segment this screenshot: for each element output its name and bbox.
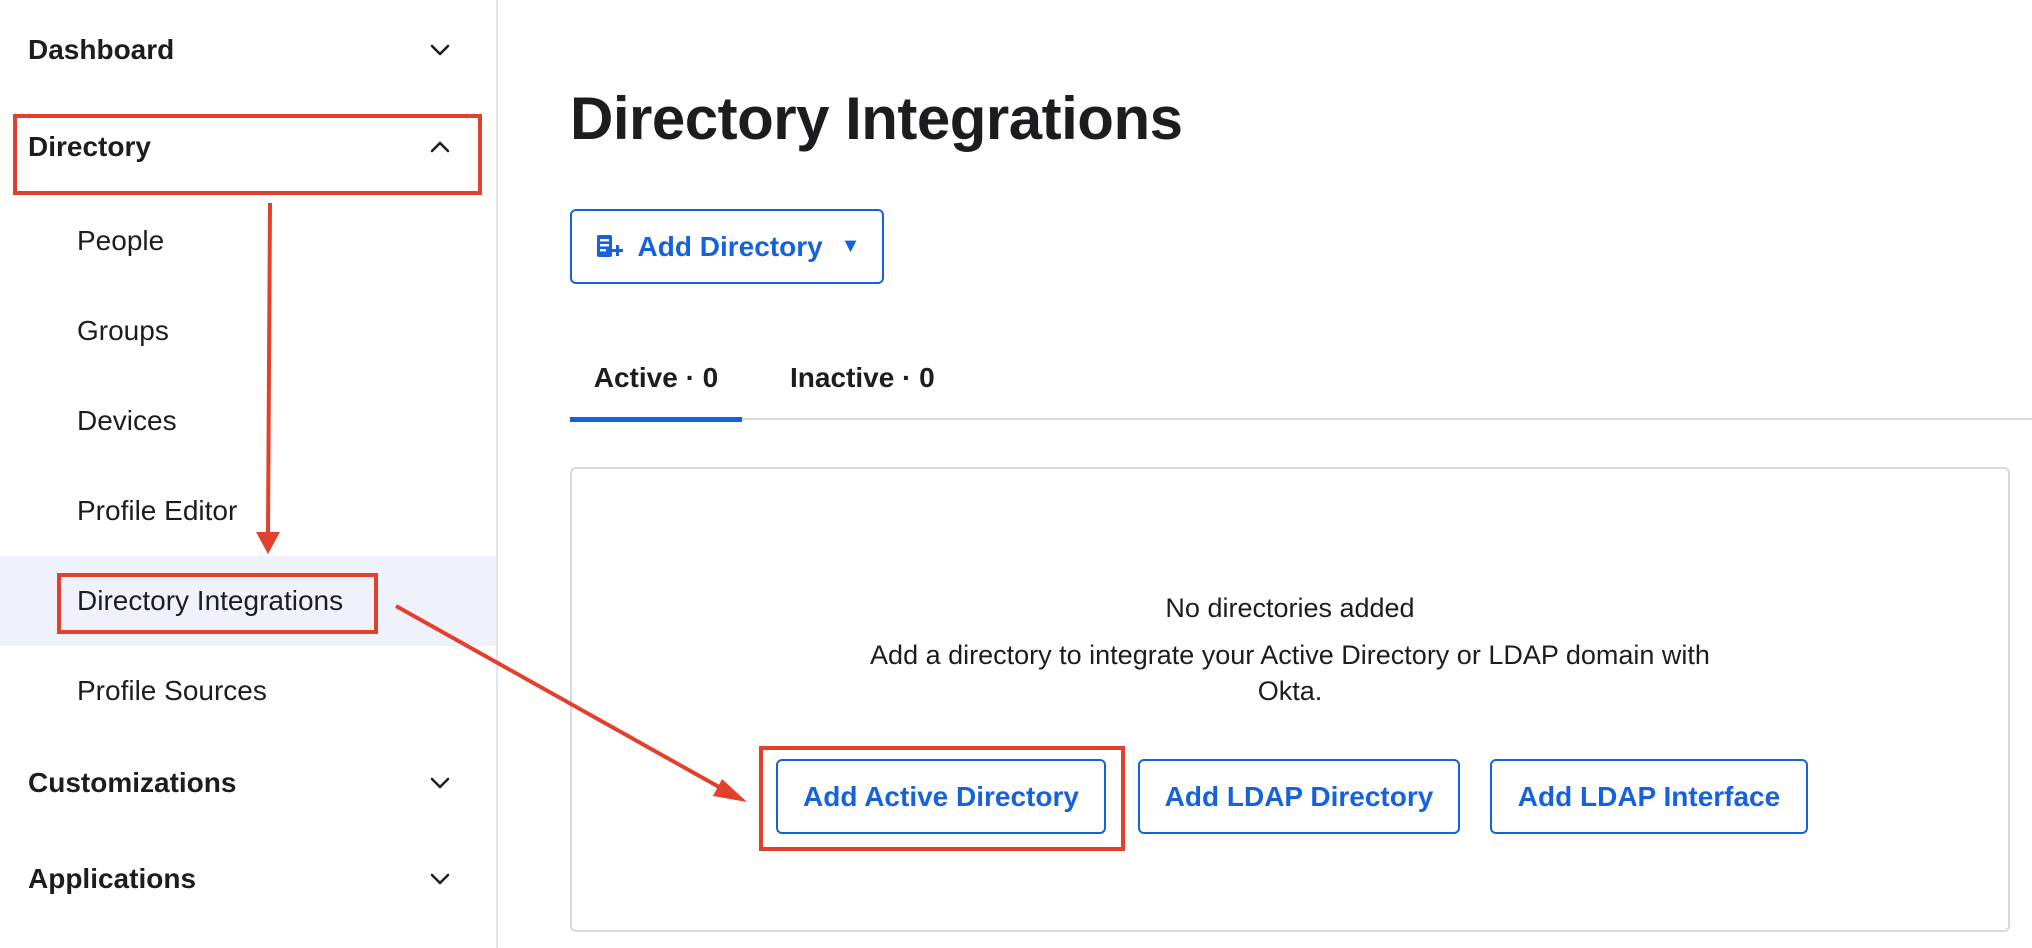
annotation-box-add-active-directory [759,746,1125,851]
sidebar-section-label: Dashboard [28,34,175,65]
sidebar-item-profile-editor[interactable]: Profile Editor [0,466,496,556]
caret-down-icon: ▼ [840,235,861,257]
sidebar-item-label: Devices [77,405,177,436]
chevron-down-icon [430,873,450,885]
sidebar-item-label: Profile Editor [77,495,238,526]
sidebar-item-people[interactable]: People [0,196,496,286]
add-directory-label: Add Directory [637,230,823,262]
page-title: Directory Integrations [570,85,1183,152]
add-ldap-directory-button[interactable]: Add LDAP Directory [1138,759,1460,834]
chevron-down-icon [430,777,450,789]
sidebar-item-label: Profile Sources [77,675,267,706]
add-directory-button[interactable]: Add Directory ▼ [570,209,884,284]
tab-label: Active · 0 [593,362,719,393]
sidebar-item-devices[interactable]: Devices [0,376,496,466]
empty-state-panel: No directories added Add a directory to … [570,467,2010,932]
main-content: Directory Integrations Add Directory ▼ A… [498,0,2032,948]
chevron-down-icon [430,44,450,56]
annotation-box-directory-integrations [57,573,378,634]
sidebar-section-label: Customizations [28,767,237,798]
sidebar-item-profile-sources[interactable]: Profile Sources [0,646,496,736]
sidebar-section-label: Applications [28,863,197,894]
sidebar-section-customizations[interactable]: Customizations [0,747,496,819]
add-directory-icon [596,234,623,257]
sidebar-item-label: People [77,225,165,256]
add-ldap-interface-button[interactable]: Add LDAP Interface [1490,759,1808,834]
sidebar-section-applications[interactable]: Applications [0,843,496,915]
sidebar-section-dashboard[interactable]: Dashboard [0,14,496,86]
sidebar-item-groups[interactable]: Groups [0,286,496,376]
annotation-box-directory [13,114,482,195]
tab-label: Inactive · 0 [790,362,935,393]
tab-inactive[interactable]: Inactive · 0 [790,336,935,420]
empty-state-title: No directories added [1165,593,1415,623]
tab-active[interactable]: Active · 0 [570,336,742,422]
status-tabs: Active · 0 Inactive · 0 [570,336,2032,422]
sidebar-item-label: Groups [77,315,169,346]
empty-state-description: Add a directory to integrate your Active… [870,640,1710,706]
